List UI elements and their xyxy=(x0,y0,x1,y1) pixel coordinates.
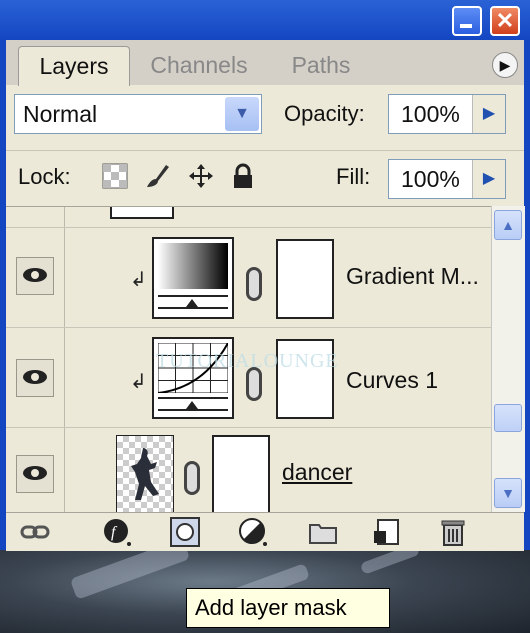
clipping-arrow-icon: ↲ xyxy=(130,371,147,393)
tooltip-add-layer-mask: Add layer mask xyxy=(186,588,390,628)
close-icon: ✕ xyxy=(495,8,515,33)
title-bar: ✕ xyxy=(0,0,530,40)
new-layer-icon[interactable] xyxy=(372,517,402,547)
layers-scrollbar[interactable]: ▲ ▼ xyxy=(491,206,525,512)
eye-icon[interactable] xyxy=(16,359,54,397)
tab-paths[interactable]: Paths xyxy=(276,46,366,85)
trash-icon[interactable] xyxy=(438,517,468,547)
clipping-arrow-icon: ↲ xyxy=(130,269,147,291)
gradient-map-thumbnail xyxy=(152,237,234,319)
dancer-silhouette-icon xyxy=(131,448,159,500)
panel-menu-button[interactable]: ▶ xyxy=(492,52,518,78)
add-layer-mask-icon[interactable] xyxy=(170,517,200,547)
scroll-up-button[interactable]: ▲ xyxy=(494,210,522,240)
layer-name[interactable]: Curves 1 xyxy=(346,367,438,394)
tab-channels[interactable]: Channels xyxy=(140,46,258,85)
blend-opacity-row: Normal ▼ Opacity: 100% ▶ xyxy=(6,88,524,138)
layer-row-dancer[interactable]: dancer xyxy=(6,427,491,513)
dancer-thumbnail xyxy=(116,435,174,513)
layer-row-gradient-map[interactable]: ↲ Gradient M... xyxy=(6,227,491,328)
gradient-swatch xyxy=(158,243,228,289)
new-group-icon[interactable] xyxy=(308,517,338,547)
lock-transparent-icon[interactable] xyxy=(102,163,128,189)
watermark: TUTORIALOUNGE xyxy=(156,350,339,372)
lock-label: Lock: xyxy=(18,164,71,189)
blend-mode-value: Normal xyxy=(23,101,98,127)
layer-row-partial[interactable] xyxy=(6,207,491,228)
layer-row-curves[interactable]: ↲ Curves 1 xyxy=(6,327,491,428)
gradient-stop-icon xyxy=(186,299,198,307)
close-button[interactable]: ✕ xyxy=(490,6,520,36)
minimize-button[interactable] xyxy=(452,6,482,36)
adjustment-layer-icon[interactable] xyxy=(238,517,268,547)
scroll-down-button[interactable]: ▼ xyxy=(494,478,522,508)
lock-all-icon[interactable] xyxy=(230,163,256,189)
scroll-thumb[interactable] xyxy=(494,404,522,432)
layer-name[interactable]: Gradient M... xyxy=(346,263,479,290)
fill-value: 100% xyxy=(401,166,460,192)
chevron-down-icon[interactable]: ▼ xyxy=(225,97,259,131)
opacity-label: Opacity: xyxy=(284,101,365,126)
lock-brush-icon[interactable] xyxy=(144,163,170,189)
chain-link-icon[interactable] xyxy=(246,267,262,301)
eye-icon[interactable] xyxy=(16,257,54,295)
layer-style-icon[interactable]: f xyxy=(102,517,132,547)
fill-slider-arrow-icon[interactable]: ▶ xyxy=(472,160,505,198)
layer-thumbnail xyxy=(110,207,174,219)
layer-name[interactable]: dancer xyxy=(282,459,352,486)
fill-field[interactable]: 100% ▶ xyxy=(388,159,506,199)
layer-mask-thumbnail[interactable] xyxy=(212,435,270,513)
tab-strip: Layers Channels Paths ▶ xyxy=(6,40,524,86)
lock-fill-row: Lock: Fill: 100% ▶ xyxy=(6,150,524,205)
layers-panel: Layers Channels Paths ▶ Normal ▼ Opacity… xyxy=(6,40,525,551)
fill-label: Fill: xyxy=(336,164,371,189)
lock-move-icon[interactable] xyxy=(188,163,214,189)
opacity-slider-arrow-icon[interactable]: ▶ xyxy=(472,95,505,133)
eye-icon[interactable] xyxy=(16,455,54,493)
tab-layers[interactable]: Layers xyxy=(18,46,130,86)
opacity-value: 100% xyxy=(401,101,460,127)
layers-palette-window: ✕ Layers Channels Paths ▶ Normal ▼ Opaci… xyxy=(0,0,530,551)
layers-toolbar: f xyxy=(6,512,524,551)
minimize-icon xyxy=(460,24,472,28)
layer-mask-thumbnail[interactable] xyxy=(276,239,334,319)
opacity-field[interactable]: 100% ▶ xyxy=(388,94,506,134)
link-layers-icon[interactable] xyxy=(20,517,50,547)
chain-link-icon[interactable] xyxy=(184,461,200,495)
blend-mode-select[interactable]: Normal ▼ xyxy=(14,94,262,134)
